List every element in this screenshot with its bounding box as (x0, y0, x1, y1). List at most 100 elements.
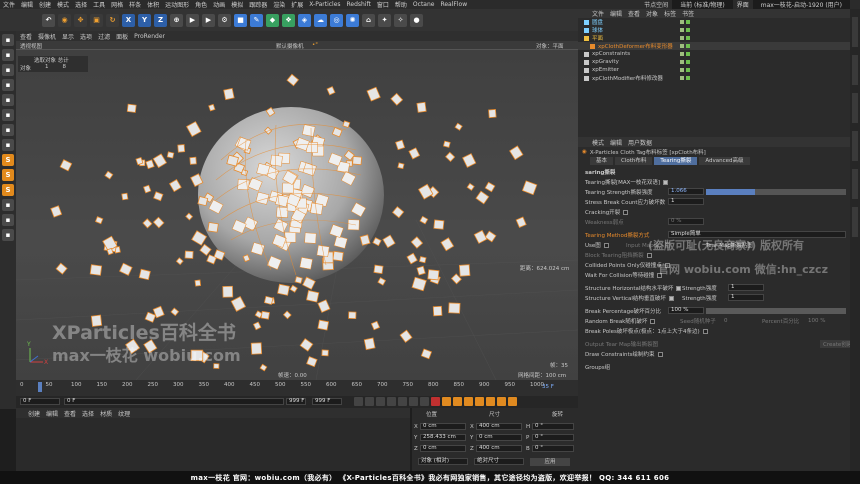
object-menu-item[interactable]: 标签 (664, 9, 676, 18)
next-frame-icon[interactable] (398, 397, 407, 406)
usemap-checkbox[interactable] (603, 242, 609, 248)
render-dot-icon[interactable] (686, 76, 690, 80)
visibility-dot-icon[interactable] (680, 44, 684, 48)
rotate-key-icon[interactable] (475, 397, 484, 406)
max-frame-field[interactable]: 999 F (312, 398, 342, 405)
object-menu-item[interactable]: 编辑 (610, 9, 622, 18)
param-key-icon[interactable] (497, 397, 506, 406)
visibility-dot-icon[interactable] (680, 36, 684, 40)
side-tab[interactable] (852, 207, 858, 237)
attribute-tab[interactable]: 基本 (590, 157, 614, 165)
object-menu-item[interactable]: 对象 (646, 9, 658, 18)
cube-icon[interactable]: ■ (234, 13, 247, 27)
menu-item[interactable]: 文件 (3, 0, 15, 9)
attribute-tab[interactable]: Advanced高级 (699, 157, 750, 165)
menu-item[interactable]: 模式 (57, 0, 69, 9)
menu-item[interactable]: 网格 (111, 0, 123, 9)
attribute-menu-item[interactable]: 用户数据 (628, 138, 652, 147)
menu-item[interactable]: 帮助 (395, 0, 407, 9)
texture-icon[interactable]: ▪ (2, 124, 14, 136)
last-frame-icon[interactable] (420, 397, 429, 406)
menu-item[interactable]: 体积 (147, 0, 159, 9)
object-row[interactable]: 平面 (578, 34, 850, 42)
keyframe-icon[interactable] (453, 397, 462, 406)
model-icon[interactable]: ▪ (2, 109, 14, 121)
coord-pos-field[interactable]: 0 cm (420, 445, 466, 452)
undo-icon[interactable]: ↶ (42, 13, 55, 27)
random-checkbox[interactable] (650, 318, 656, 324)
coord-size-field[interactable]: 400 cm (476, 445, 522, 452)
light-icon[interactable]: ✺ (346, 13, 359, 27)
object-row[interactable]: 球体 (578, 26, 850, 34)
render-dot-icon[interactable] (686, 52, 690, 56)
xp-icon[interactable]: ✦ (378, 13, 391, 27)
cloner-icon[interactable]: ❖ (282, 13, 295, 27)
render-dot-icon[interactable] (686, 60, 690, 64)
s-icon[interactable]: S (2, 184, 14, 196)
menu-item[interactable]: 工具 (93, 0, 105, 9)
side-tab[interactable] (852, 17, 858, 47)
horizontal-checkbox[interactable] (676, 285, 682, 291)
object-row[interactable]: 圆盘 (578, 18, 850, 26)
scale-key-icon[interactable] (486, 397, 495, 406)
render-view-icon[interactable]: ▶ (202, 13, 215, 27)
viewport-menu-item[interactable]: 选项 (80, 32, 92, 41)
attribute-tab[interactable]: Cloth布料 (615, 157, 653, 165)
material-area[interactable] (16, 418, 410, 471)
arrow-icon[interactable]: ▪ (2, 34, 14, 46)
tag-icon[interactable]: ⌂ (362, 13, 375, 27)
timeline[interactable]: 0 50 100 150 200 250 300 350 400 450 500 550 600 650 7… (16, 380, 578, 396)
menu-item[interactable]: RealFlow (440, 1, 467, 8)
coord-size-mode-select[interactable]: 绝对尺寸 (474, 458, 524, 465)
next-key-icon[interactable] (409, 397, 418, 406)
poly-icon[interactable]: ▪ (2, 79, 14, 91)
perspective-viewport[interactable]: Y X 选取对象 总计 对象 1 8 XParticles百科全书 max一枝花 … (16, 50, 578, 380)
menu-item[interactable]: 窗口 (377, 0, 389, 9)
block-checkbox[interactable] (646, 252, 652, 258)
viewport-menu-item[interactable]: 过滤 (98, 32, 110, 41)
attribute-menu-item[interactable]: 编辑 (610, 138, 622, 147)
render-icon[interactable]: ▶ (186, 13, 199, 27)
side-tab[interactable] (852, 131, 858, 161)
menu-item[interactable]: 选择 (75, 0, 87, 9)
menu-item[interactable]: 渲染 (273, 0, 285, 9)
menu-item[interactable]: 跟踪器 (249, 0, 267, 9)
side-tab[interactable] (852, 55, 858, 85)
horizontal-strength-field[interactable]: 1 (728, 284, 764, 291)
right-side-tabs[interactable] (850, 9, 860, 471)
s-icon[interactable]: S (2, 154, 14, 166)
min-frame-field[interactable]: 0 F (64, 398, 284, 405)
scale-icon[interactable]: ▣ (90, 13, 103, 27)
percent-field[interactable]: 100 % (668, 307, 704, 314)
z-axis-icon[interactable]: Z (154, 13, 167, 27)
viewport-menu-item[interactable]: 摄像机 (38, 32, 56, 41)
material-menu-item[interactable]: 查看 (64, 409, 76, 418)
subdivide-icon[interactable]: ◆ (266, 13, 279, 27)
vertical-checkbox[interactable] (668, 295, 674, 301)
x-axis-icon[interactable]: X (122, 13, 135, 27)
record-icon[interactable] (431, 397, 440, 406)
object-menu-item[interactable]: 查看 (628, 9, 640, 18)
select-icon[interactable]: ◉ (58, 13, 71, 27)
draw-checkbox[interactable] (657, 351, 663, 357)
s-icon[interactable]: S (2, 169, 14, 181)
material-menu-item[interactable]: 材质 (100, 409, 112, 418)
side-tab[interactable] (852, 169, 858, 199)
end-frame-field[interactable]: 999 F (286, 398, 306, 405)
vertical-strength-field[interactable]: 1 (728, 294, 764, 301)
menu-item[interactable]: 角色 (195, 0, 207, 9)
material-menu-item[interactable]: 纹理 (118, 409, 130, 418)
poles-checkbox[interactable] (702, 328, 708, 334)
axis-icon[interactable]: ▪ (2, 139, 14, 151)
render-settings-icon[interactable]: ⚙ (218, 13, 231, 27)
coord-rot-field[interactable]: 0 ° (532, 445, 574, 452)
xp2-icon[interactable]: ✧ (394, 13, 407, 27)
viewport-menu-item[interactable]: 面板 (116, 32, 128, 41)
prev-frame-icon[interactable] (376, 397, 385, 406)
weakness-field[interactable]: 0 % (668, 218, 704, 225)
strength-field[interactable]: 1.066 (668, 188, 704, 195)
camera-icon[interactable]: ◎ (330, 13, 343, 27)
snap-icon[interactable]: ▪ (2, 199, 14, 211)
visibility-dot-icon[interactable] (680, 28, 684, 32)
move-key-icon[interactable] (464, 397, 473, 406)
